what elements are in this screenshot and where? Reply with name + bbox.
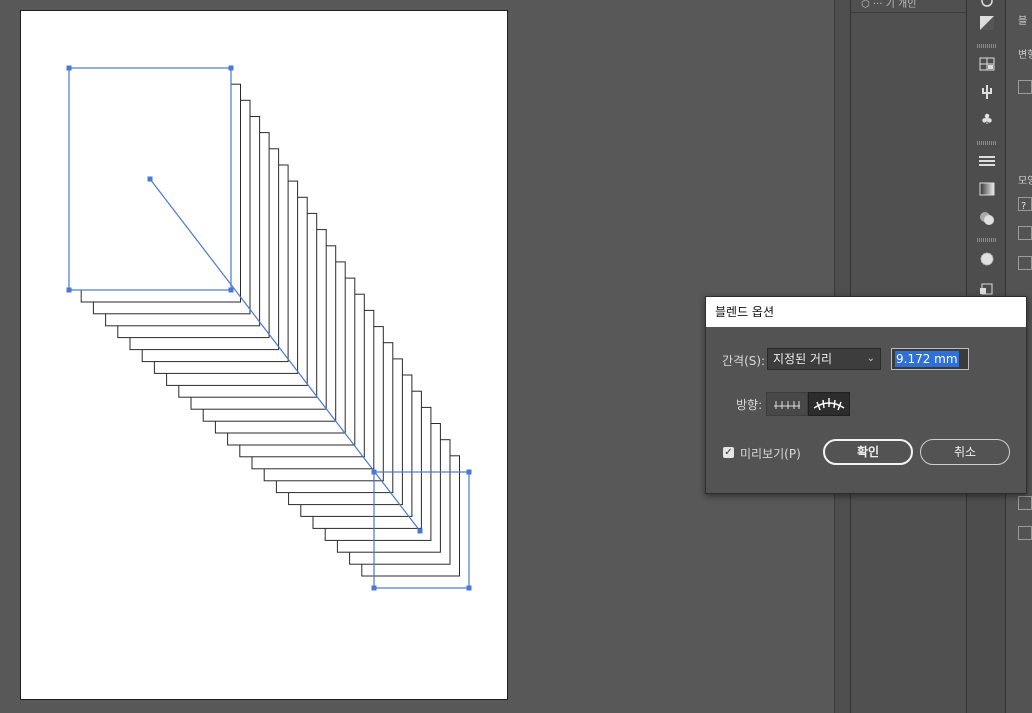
selection-handle[interactable]	[66, 287, 72, 293]
blend-artwork[interactable]	[21, 11, 509, 701]
spacing-select-value: 지정된 거리	[773, 352, 833, 366]
club-symbol-icon[interactable]: ♣	[977, 111, 997, 129]
panel-grip[interactable]	[977, 44, 997, 48]
sun-icon[interactable]	[977, 250, 997, 268]
align-to-path-icon	[813, 398, 845, 411]
panel-field[interactable]	[1018, 526, 1032, 540]
align-to-page-icon	[774, 401, 800, 409]
align-lines-icon[interactable]	[977, 152, 997, 170]
selection-handle[interactable]	[147, 176, 153, 182]
help-icon: ?	[1021, 201, 1027, 212]
spacing-distance-input[interactable]: 9.172 mm	[891, 348, 969, 370]
spacing-select[interactable]: 지정된 거리 ⌄	[767, 348, 881, 370]
orientation-label: 방향:	[736, 398, 763, 412]
selection-handle[interactable]	[371, 585, 377, 591]
spacing-label: 간격(S):	[722, 354, 766, 368]
transform-label: 변형	[1018, 50, 1032, 61]
blend-options-dialog: 블렌드 옵션 간격(S): 지정된 거리 ⌄ 9.172 mm 방향: ✓ 미리…	[705, 296, 1027, 494]
grid-icon[interactable]	[977, 55, 997, 73]
align-to-page-button[interactable]	[766, 392, 808, 416]
export-icon[interactable]	[977, 278, 997, 296]
plug-icon[interactable]	[977, 83, 997, 101]
panel-field[interactable]	[1018, 496, 1032, 510]
panel-label: 블	[1018, 16, 1028, 27]
selection-handle[interactable]	[228, 65, 234, 71]
selection-handle[interactable]	[417, 528, 423, 534]
cancel-button[interactable]: 취소	[920, 439, 1010, 465]
appearance-label: 모양	[1018, 176, 1032, 187]
panel-grip[interactable]	[977, 141, 997, 145]
selection-handle[interactable]	[228, 287, 234, 293]
chevron-down-icon: ⌄	[866, 353, 875, 364]
gradient-icon[interactable]	[977, 14, 997, 32]
gradient-swatch-icon[interactable]	[977, 180, 997, 198]
selection-handle[interactable]	[466, 585, 472, 591]
spacing-distance-value: 9.172 mm	[895, 351, 959, 367]
selection-handle[interactable]	[371, 469, 377, 475]
preview-checkbox[interactable]: ✓	[723, 447, 734, 458]
circles-icon[interactable]	[977, 209, 997, 227]
help-box[interactable]: ?	[1018, 197, 1032, 212]
reference-point-icon[interactable]	[1018, 80, 1032, 94]
panel-grip[interactable]	[977, 238, 997, 242]
dialog-title[interactable]: 블렌드 옵션	[706, 297, 1026, 327]
eye-icon[interactable]	[977, 0, 997, 10]
align-to-path-button[interactable]	[808, 392, 850, 416]
selection-handle[interactable]	[466, 469, 472, 475]
shape-icon[interactable]	[1018, 226, 1032, 240]
transparency-icon[interactable]	[1018, 256, 1032, 270]
preview-label[interactable]: 미리보기(P)	[740, 445, 801, 462]
ok-button[interactable]: 확인	[823, 439, 913, 465]
artboard[interactable]	[20, 10, 508, 700]
selection-handle[interactable]	[66, 65, 72, 71]
layers-panel-top-row: ⬡ ··· 기 개인	[851, 0, 966, 13]
